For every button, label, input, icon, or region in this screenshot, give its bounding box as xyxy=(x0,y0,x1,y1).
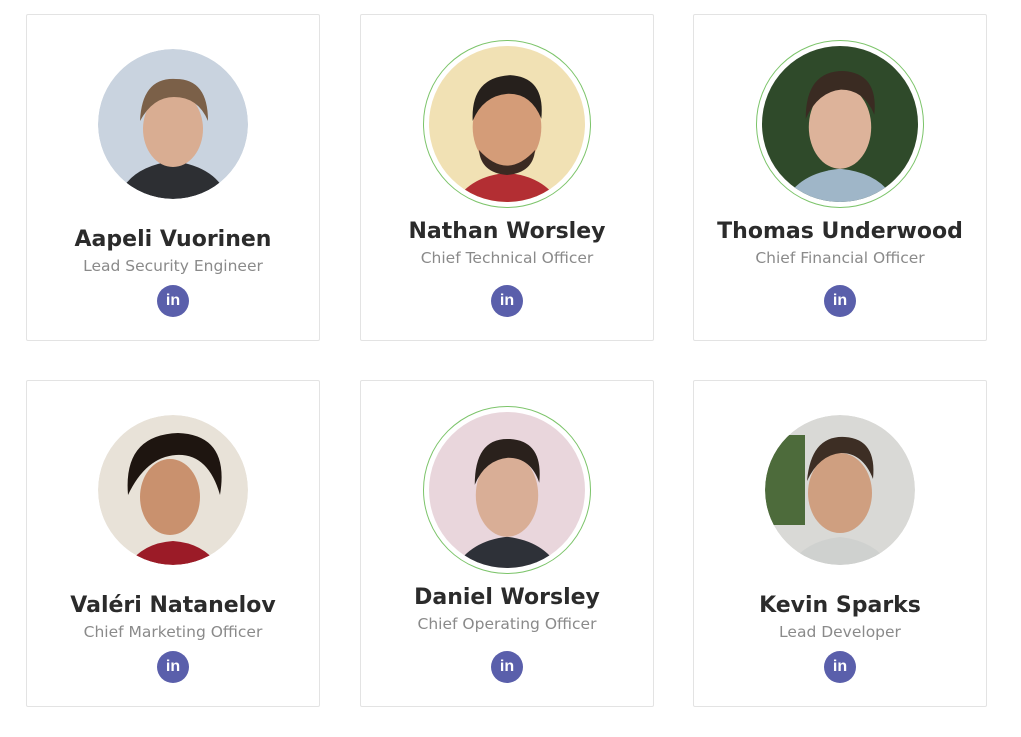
member-name: Daniel Worsley xyxy=(414,585,600,610)
member-name: Aapeli Vuorinen xyxy=(74,227,272,252)
linkedin-icon[interactable]: in xyxy=(824,285,856,317)
avatar xyxy=(423,40,591,208)
avatar xyxy=(756,40,924,208)
member-name: Valéri Natanelov xyxy=(70,593,276,618)
linkedin-icon[interactable]: in xyxy=(491,285,523,317)
team-member-card-thomas: Thomas Underwood Chief Financial Officer… xyxy=(693,14,987,341)
member-role: Chief Financial Officer xyxy=(755,249,925,267)
member-role: Lead Security Engineer xyxy=(83,257,263,275)
avatar xyxy=(423,406,591,574)
avatar xyxy=(98,49,248,199)
avatar xyxy=(765,415,915,565)
team-member-card-valeri: Valéri Natanelov Chief Marketing Officer… xyxy=(26,380,320,707)
member-name: Nathan Worsley xyxy=(408,219,606,244)
linkedin-icon[interactable]: in xyxy=(157,651,189,683)
member-role: Chief Marketing Officer xyxy=(83,623,263,641)
team-member-card-aapeli: Aapeli Vuorinen Lead Security Engineer i… xyxy=(26,14,320,341)
linkedin-icon[interactable]: in xyxy=(491,651,523,683)
team-member-card-nathan: Nathan Worsley Chief Technical Officer i… xyxy=(360,14,654,341)
avatar xyxy=(98,415,248,565)
linkedin-icon[interactable]: in xyxy=(157,285,189,317)
linkedin-icon[interactable]: in xyxy=(824,651,856,683)
member-role: Chief Operating Officer xyxy=(417,615,597,633)
member-role: Lead Developer xyxy=(779,623,901,641)
member-name: Thomas Underwood xyxy=(717,219,963,244)
team-member-card-kevin: Kevin Sparks Lead Developer in xyxy=(693,380,987,707)
team-member-card-daniel: Daniel Worsley Chief Operating Officer i… xyxy=(360,380,654,707)
member-name: Kevin Sparks xyxy=(759,593,921,618)
member-role: Chief Technical Officer xyxy=(420,249,594,267)
